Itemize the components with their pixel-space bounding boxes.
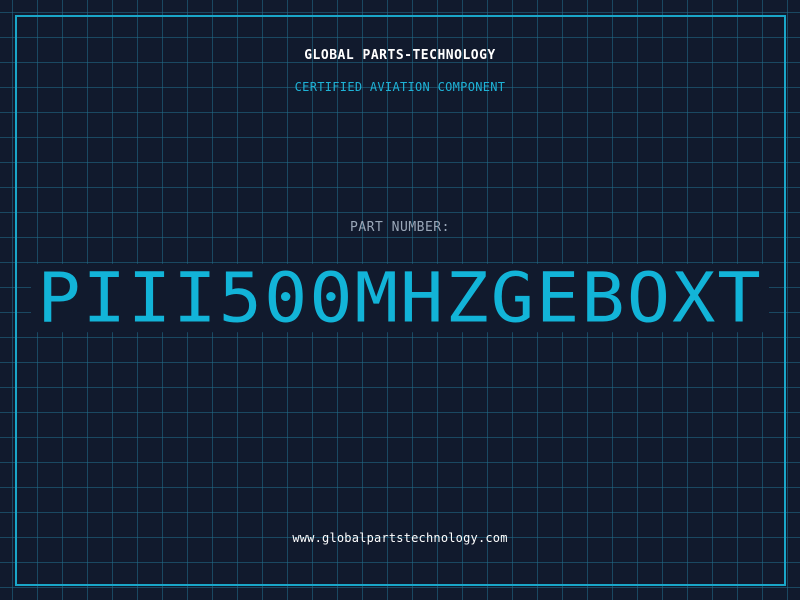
certification-tagline: CERTIFIED AVIATION COMPONENT: [294, 80, 506, 94]
part-number-container: PIII500MHZGEBOXT: [0, 262, 800, 334]
part-number-label: PART NUMBER:: [350, 220, 450, 235]
company-name: GLOBAL PARTS-TECHNOLOGY: [304, 48, 496, 63]
part-number-value: PIII500MHZGEBOXT: [31, 263, 769, 333]
part-label-card: GLOBAL PARTS-TECHNOLOGY CERTIFIED AVIATI…: [0, 0, 800, 600]
website-url: www.globalpartstechnology.com: [292, 531, 508, 545]
